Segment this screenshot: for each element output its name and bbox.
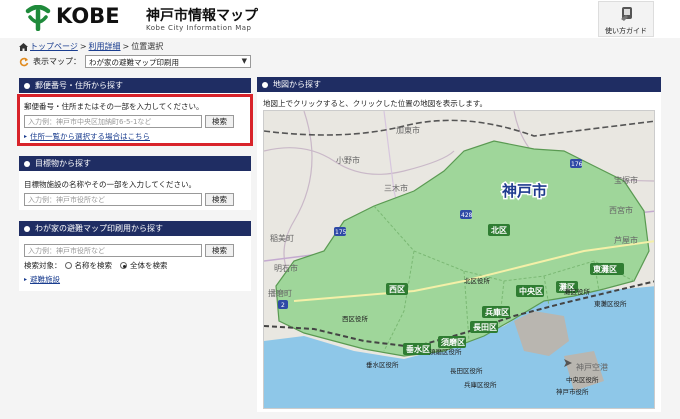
office-label-nagata: 長田区役所 bbox=[450, 366, 483, 375]
ward-label-nishi: 西区 bbox=[389, 285, 405, 294]
place-label-inami: 稲美町 bbox=[270, 233, 294, 243]
address-search-input[interactable]: 入力例：神戸市中央区加納町6-5-1など bbox=[24, 115, 202, 128]
route-shield-2: 2 bbox=[281, 302, 285, 309]
ward-label-chuo: 中央区 bbox=[519, 286, 543, 296]
home-icon bbox=[19, 42, 28, 51]
radio-all-search[interactable] bbox=[120, 262, 127, 269]
link-arrow-icon: ▸ bbox=[24, 276, 28, 283]
postal-search-panel: 郵便番号・住所から探す 郵便番号・住所またはその一部を入力してください。 入力例… bbox=[19, 78, 251, 144]
landmark-search-header: 目標物から探す bbox=[19, 156, 251, 171]
postal-search-header: 郵便番号・住所から探す bbox=[19, 78, 251, 93]
site-subtitle: Kobe City Information Map bbox=[146, 24, 252, 32]
kobe-logo-icon[interactable] bbox=[24, 5, 52, 31]
office-label-higashinada: 東灘区役所 bbox=[594, 299, 627, 308]
address-search-button[interactable]: 検索 bbox=[205, 115, 234, 128]
bullet-icon bbox=[262, 81, 268, 88]
help-guide-button[interactable]: 使い方ガイド bbox=[598, 1, 654, 37]
breadcrumb-detail-link[interactable]: 利用詳細 bbox=[89, 41, 121, 52]
radio-name-search[interactable] bbox=[64, 262, 72, 269]
landmark-search-panel: 目標物から探す 目標物施設の名称やその一部を入力してください。 入力例：神戸市役… bbox=[19, 156, 251, 210]
ward-label-kita: 北区 bbox=[491, 225, 507, 235]
logo-text[interactable]: KOBE bbox=[56, 4, 120, 28]
office-label-suma: 須磨区役所 bbox=[429, 347, 462, 356]
place-label-harima: 播磨町 bbox=[268, 288, 292, 298]
map-search-panel: 地図から探す 地図上でクリックすると、クリックした位置の地図を表示します。 加東… bbox=[257, 77, 661, 412]
radio-name-label: 名称を検索 bbox=[74, 261, 113, 270]
breadcrumb-separator: > bbox=[79, 42, 87, 51]
office-label-nishi: 西区役所 bbox=[342, 314, 369, 323]
chevron-down-icon: ▼ bbox=[241, 57, 247, 65]
evac-search-header: わが家の避難マップ印刷用から探す bbox=[19, 221, 251, 236]
breadcrumb-top-link[interactable]: トップページ bbox=[30, 41, 78, 52]
evac-search-button[interactable]: 検索 bbox=[205, 244, 234, 257]
office-label-nada: 灘区役所 bbox=[564, 287, 591, 296]
office-label-hyogo: 兵庫区役所 bbox=[464, 380, 497, 389]
landmark-search-button[interactable]: 検索 bbox=[205, 193, 234, 206]
radio-all-label: 全体を検索 bbox=[130, 261, 168, 270]
kobe-map-graphic[interactable]: 加東市 小野市 三木市 宝塚市 西宮市 芦屋市 稲美町 明石市 播磨町 神戸空港… bbox=[264, 111, 655, 409]
evac-search-input[interactable]: 入力例：神戸市役所など bbox=[24, 244, 202, 257]
city-label: 神戸市 bbox=[502, 182, 547, 200]
refresh-icon bbox=[19, 57, 29, 66]
bullet-icon bbox=[24, 160, 30, 167]
map-search-header: 地図から探す bbox=[257, 77, 661, 92]
place-label-miki: 三木市 bbox=[384, 183, 408, 193]
ward-label-hyogo: 兵庫区 bbox=[485, 307, 509, 317]
office-label-cityhall: 神戸市役所 bbox=[556, 387, 589, 396]
place-label-takarazuka: 宝塚市 bbox=[614, 175, 638, 185]
place-label-nishinomiya: 西宮市 bbox=[609, 205, 633, 215]
map-type-selector: 表示マップ： わが家の避難マップ印刷用 ▼ bbox=[19, 55, 251, 68]
address-list-link[interactable]: 住所一覧から選択する場合はこちら bbox=[30, 131, 150, 142]
help-guide-label: 使い方ガイド bbox=[605, 27, 647, 35]
map-type-selected: わが家の避難マップ印刷用 bbox=[89, 58, 179, 67]
breadcrumb: トップページ > 利用詳細 > 位置選択 bbox=[19, 41, 163, 52]
route-shield-175: 175 bbox=[335, 229, 347, 236]
postal-search-title: 郵便番号・住所から探す bbox=[35, 81, 123, 90]
place-label-airport: 神戸空港 bbox=[576, 362, 608, 372]
place-label-ashiya: 芦屋市 bbox=[614, 235, 638, 245]
evac-search-title: わが家の避難マップ印刷用から探す bbox=[35, 224, 163, 233]
office-label-tarumi: 垂水区役所 bbox=[366, 360, 399, 369]
help-guide-icon bbox=[621, 7, 632, 21]
route-shield-428: 428 bbox=[461, 212, 473, 219]
bullet-icon bbox=[24, 225, 30, 232]
site-header: KOBE 神戸市情報マップ Kobe City Information Map … bbox=[0, 0, 680, 38]
landmark-search-input[interactable]: 入力例：神戸市役所など bbox=[24, 193, 202, 206]
route-shield-176: 176 bbox=[571, 161, 583, 168]
place-label-katou: 加東市 bbox=[396, 125, 420, 135]
breadcrumb-current: 位置選択 bbox=[131, 42, 164, 51]
breadcrumb-separator: > bbox=[122, 42, 130, 51]
evac-facility-link[interactable]: 避難施設 bbox=[30, 274, 60, 285]
ward-label-tarumi: 垂水区 bbox=[406, 344, 430, 354]
site-title[interactable]: 神戸市情報マップ bbox=[146, 5, 258, 25]
clickable-map[interactable]: 加東市 小野市 三木市 宝塚市 西宮市 芦屋市 稲美町 明石市 播磨町 神戸空港… bbox=[263, 110, 655, 409]
map-type-label: 表示マップ： bbox=[33, 57, 81, 66]
ward-label-higashinada: 東灘区 bbox=[593, 264, 617, 274]
postal-search-description: 郵便番号・住所またはその一部を入力してください。 bbox=[24, 102, 204, 111]
landmark-search-title: 目標物から探す bbox=[35, 159, 91, 168]
ward-label-nagata: 長田区 bbox=[473, 323, 497, 332]
ward-label-suma: 須磨区 bbox=[440, 337, 465, 347]
search-scope-label: 検索対象： bbox=[24, 261, 62, 270]
landmark-search-description: 目標物施設の名称やその一部を入力してください。 bbox=[24, 180, 197, 189]
link-arrow-icon: ▸ bbox=[24, 133, 28, 140]
bullet-icon bbox=[24, 82, 30, 89]
map-search-description: 地図上でクリックすると、クリックした位置の地図を表示します。 bbox=[263, 99, 487, 108]
office-label-chuo: 中央区役所 bbox=[566, 375, 599, 384]
office-label-kita: 北区役所 bbox=[464, 276, 491, 285]
map-type-select[interactable]: わが家の避難マップ印刷用 ▼ bbox=[85, 55, 251, 68]
map-search-title: 地図から探す bbox=[273, 80, 321, 89]
place-label-akashi: 明石市 bbox=[274, 263, 298, 273]
evac-search-panel: わが家の避難マップ印刷用から探す 入力例：神戸市役所など 検索 検索対象： 名称… bbox=[19, 221, 251, 291]
place-label-ono: 小野市 bbox=[336, 155, 360, 165]
